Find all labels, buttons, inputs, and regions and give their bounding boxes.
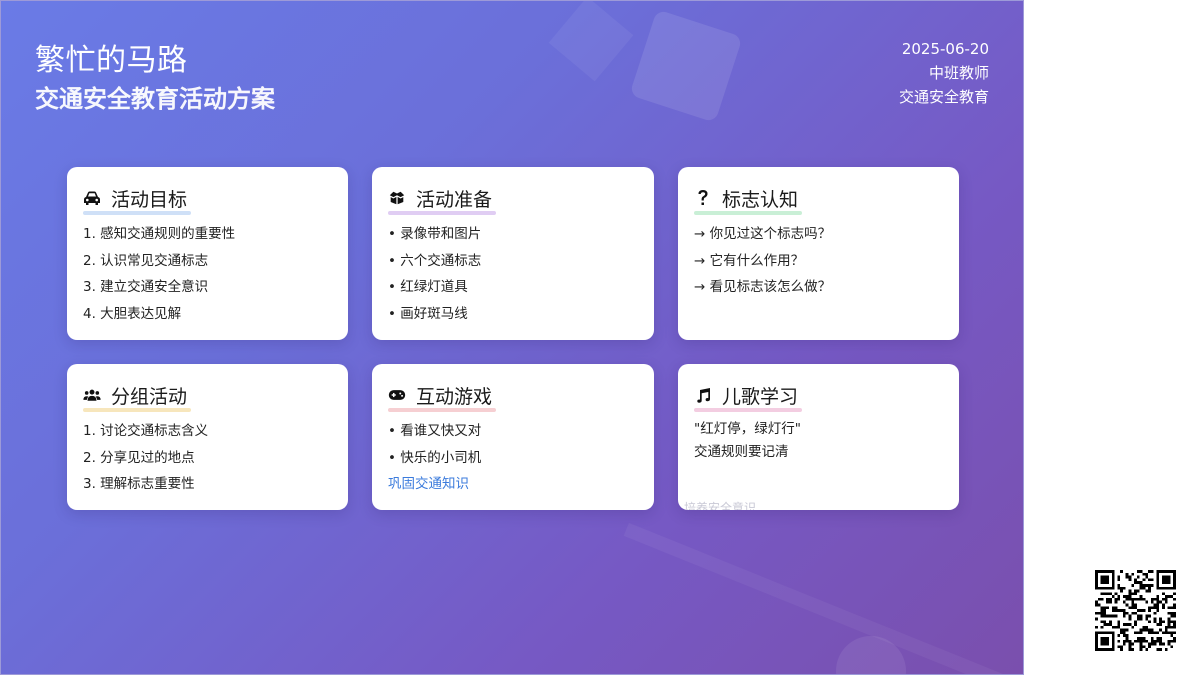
box-icon xyxy=(388,189,406,207)
gamepad-icon xyxy=(388,386,406,404)
sign-questions-list: → 你见过这个标志吗？ → 它有什么作用？ → 看见标志该怎么做？ xyxy=(694,221,943,301)
card-group-activity: 分组活动 1. 讨论交通标志含义 2. 分享见过的地点 3. 理解标志重要性 xyxy=(67,364,348,510)
card-sign-recognition: 标志认知 → 你见过这个标志吗？ → 它有什么作用？ → 看见标志该怎么做？ xyxy=(678,167,959,340)
topic-label: 交通安全教育 xyxy=(898,88,989,106)
card-song-learning: 儿歌学习 "红灯停，绿灯行" 交通规则要记清 培养安全意识 xyxy=(678,364,959,510)
list-item: 2. 分享见过的地点 xyxy=(83,449,195,466)
car-icon xyxy=(83,189,101,207)
card-interactive-game: 互动游戏 • 看谁又快又对 • 快乐的小司机 巩固交通知识 xyxy=(372,364,654,510)
group-activity-list: 1. 讨论交通标志含义 2. 分享见过的地点 3. 理解标志重要性 xyxy=(83,418,332,498)
faded-caption: 培养安全意识 xyxy=(684,501,757,510)
lyric-line: 交通规则要记清 xyxy=(694,444,789,460)
lyric-line: "红灯停，绿灯行" xyxy=(694,421,801,437)
slide-subtitle: 交通安全教育活动方案 xyxy=(35,85,275,113)
card-header: 儿歌学习 xyxy=(694,382,943,412)
card-header: 活动目标 xyxy=(83,185,332,215)
list-item: • 快乐的小司机 xyxy=(388,449,482,466)
card-title: 互动游戏 xyxy=(388,382,497,412)
card-header: 标志认知 xyxy=(694,185,943,215)
list-item: 2. 认识常见交通标志 xyxy=(83,252,209,269)
title-highlight xyxy=(83,210,192,215)
title-highlight xyxy=(694,407,803,412)
music-icon xyxy=(694,386,712,404)
game-list: • 看谁又快又对 • 快乐的小司机 xyxy=(388,418,638,471)
list-item: • 看谁又快又对 xyxy=(388,423,482,439)
card-preparation: 活动准备 • 录像带和图片 • 六个交通标志 • 红绿灯道具 • 画好斑马线 xyxy=(372,167,654,340)
list-item: • 红绿灯道具 xyxy=(388,279,468,295)
list-item: 3. 理解标志重要性 xyxy=(83,476,195,492)
slide-meta: 2025-06-20 中班教师 交通安全教育 xyxy=(899,37,989,109)
list-item: 1. 讨论交通标志含义 xyxy=(83,423,209,439)
decorative-shape xyxy=(629,9,743,123)
card-goals: 活动目标 1. 感知交通规则的重要性 2. 认识常见交通标志 3. 建立交通安全… xyxy=(67,167,348,340)
list-item: • 录像带和图片 xyxy=(388,226,482,242)
list-item: 3. 建立交通安全意识 xyxy=(83,279,209,295)
card-title: 儿歌学习 xyxy=(694,382,803,412)
title-highlight xyxy=(694,210,803,215)
question-icon xyxy=(694,189,712,207)
card-title: 标志认知 xyxy=(694,185,803,215)
title-highlight xyxy=(388,407,497,412)
card-title: 活动目标 xyxy=(83,185,192,215)
slide: 繁忙的马路 交通安全教育活动方案 2025-06-20 中班教师 交通安全教育 … xyxy=(0,0,1024,675)
preparation-list: • 录像带和图片 • 六个交通标志 • 红绿灯道具 • 画好斑马线 xyxy=(388,221,638,327)
date-label: 2025-06-20 xyxy=(901,40,989,58)
list-item: 1. 感知交通规则的重要性 xyxy=(83,226,236,242)
qr-code-icon xyxy=(1095,570,1176,651)
reinforce-knowledge-link[interactable]: 巩固交通知识 xyxy=(388,471,638,497)
goals-list: 1. 感知交通规则的重要性 2. 认识常见交通标志 3. 建立交通安全意识 4.… xyxy=(83,221,332,327)
list-item: → 看见标志该怎么做？ xyxy=(694,279,832,295)
title-highlight xyxy=(388,210,497,215)
list-item: 4. 大胆表达见解 xyxy=(83,305,182,322)
card-header: 互动游戏 xyxy=(388,382,638,412)
card-title: 分组活动 xyxy=(83,382,192,412)
teacher-label: 中班教师 xyxy=(928,64,989,82)
list-item: → 你见过这个标志吗？ xyxy=(694,226,832,242)
card-header: 分组活动 xyxy=(83,382,332,412)
list-item: • 画好斑马线 xyxy=(388,305,468,322)
users-icon xyxy=(83,386,101,404)
decorative-shape xyxy=(548,1,634,82)
list-item: • 六个交通标志 xyxy=(388,252,482,269)
card-title: 活动准备 xyxy=(388,185,497,215)
slide-title: 繁忙的马路 xyxy=(35,43,188,78)
song-lyrics: "红灯停，绿灯行" 交通规则要记清 xyxy=(694,418,943,464)
list-item: → 它有什么作用？ xyxy=(694,252,805,269)
card-header: 活动准备 xyxy=(388,185,638,215)
title-highlight xyxy=(83,407,192,412)
decorative-shape xyxy=(623,522,1019,674)
